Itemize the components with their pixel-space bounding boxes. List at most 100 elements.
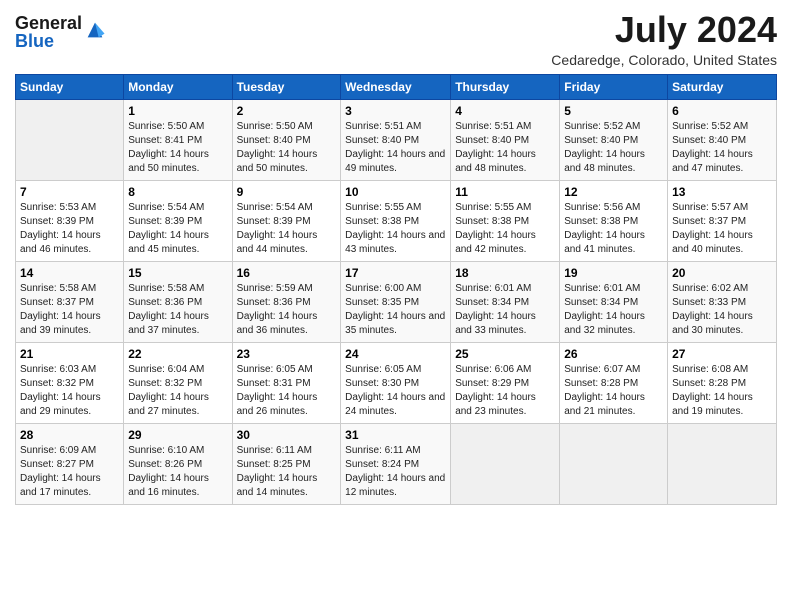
calendar-cell: 19 Sunrise: 6:01 AMSunset: 8:34 PMDayligh… <box>560 261 668 342</box>
calendar-cell: 10 Sunrise: 5:55 AMSunset: 8:38 PMDayligh… <box>341 180 451 261</box>
day-info: Sunrise: 5:50 AMSunset: 8:40 PMDaylight:… <box>237 120 337 176</box>
day-info: Sunrise: 5:59 AMSunset: 8:36 PMDaylight:… <box>237 282 337 338</box>
calendar-cell: 31 Sunrise: 6:11 AMSunset: 8:24 PMDayligh… <box>341 423 451 504</box>
day-number: 11 <box>455 185 555 199</box>
weekday-header-monday: Monday <box>124 74 232 99</box>
day-info: Sunrise: 6:05 AMSunset: 8:31 PMDaylight:… <box>237 363 337 419</box>
calendar-week-3: 14Sunrise: 5:58 AMSunset: 8:37 PMDayligh… <box>16 261 777 342</box>
day-info: Sunrise: 5:52 AMSunset: 8:40 PMDaylight:… <box>672 120 772 176</box>
day-info: Sunrise: 6:01 AMSunset: 8:34 PMDaylight:… <box>455 282 555 338</box>
day-info: Sunrise: 6:01 AMSunset: 8:34 PMDaylight:… <box>564 282 663 338</box>
day-number: 28 <box>20 428 119 442</box>
day-number: 9 <box>237 185 337 199</box>
day-number: 14 <box>20 266 119 280</box>
calendar-cell <box>668 423 777 504</box>
month-year-title: July 2024 <box>551 10 777 50</box>
location-subtitle: Cedaredge, Colorado, United States <box>551 52 777 68</box>
day-number: 13 <box>672 185 772 199</box>
logo-blue: Blue <box>15 32 82 50</box>
calendar-cell: 18Sunrise: 6:01 AMSunset: 8:34 PMDayligh… <box>451 261 560 342</box>
day-info: Sunrise: 5:57 AMSunset: 8:37 PMDaylight:… <box>672 201 772 257</box>
calendar-cell: 26 Sunrise: 6:07 AMSunset: 8:28 PMDayligh… <box>560 342 668 423</box>
calendar-cell: 27 Sunrise: 6:08 AMSunset: 8:28 PMDayligh… <box>668 342 777 423</box>
day-number: 22 <box>128 347 227 361</box>
day-info: Sunrise: 6:06 AMSunset: 8:29 PMDaylight:… <box>455 363 555 419</box>
day-info: Sunrise: 5:52 AMSunset: 8:40 PMDaylight:… <box>564 120 663 176</box>
calendar-week-1: 1 Sunrise: 5:50 AMSunset: 8:41 PMDaylight… <box>16 99 777 180</box>
calendar-cell: 28 Sunrise: 6:09 AMSunset: 8:27 PMDayligh… <box>16 423 124 504</box>
calendar-cell: 21 Sunrise: 6:03 AMSunset: 8:32 PMDayligh… <box>16 342 124 423</box>
calendar-week-2: 7 Sunrise: 5:53 AMSunset: 8:39 PMDaylight… <box>16 180 777 261</box>
day-number: 5 <box>564 104 663 118</box>
day-number: 23 <box>237 347 337 361</box>
day-info: Sunrise: 6:10 AMSunset: 8:26 PMDaylight:… <box>128 444 227 500</box>
day-number: 2 <box>237 104 337 118</box>
day-number: 15 <box>128 266 227 280</box>
day-number: 1 <box>128 104 227 118</box>
day-info: Sunrise: 6:04 AMSunset: 8:32 PMDaylight:… <box>128 363 227 419</box>
calendar-cell: 3Sunrise: 5:51 AMSunset: 8:40 PMDaylight… <box>341 99 451 180</box>
day-number: 31 <box>345 428 446 442</box>
day-info: Sunrise: 5:53 AMSunset: 8:39 PMDaylight:… <box>20 201 119 257</box>
day-number: 7 <box>20 185 119 199</box>
day-info: Sunrise: 6:08 AMSunset: 8:28 PMDaylight:… <box>672 363 772 419</box>
day-number: 25 <box>455 347 555 361</box>
logo: General Blue <box>15 14 106 50</box>
weekday-header-row: SundayMondayTuesdayWednesdayThursdayFrid… <box>16 74 777 99</box>
day-number: 27 <box>672 347 772 361</box>
day-info: Sunrise: 6:05 AMSunset: 8:30 PMDaylight:… <box>345 363 446 419</box>
day-info: Sunrise: 6:11 AMSunset: 8:25 PMDaylight:… <box>237 444 337 500</box>
day-info: Sunrise: 5:58 AMSunset: 8:36 PMDaylight:… <box>128 282 227 338</box>
calendar-cell: 8Sunrise: 5:54 AMSunset: 8:39 PMDaylight… <box>124 180 232 261</box>
day-info: Sunrise: 5:56 AMSunset: 8:38 PMDaylight:… <box>564 201 663 257</box>
day-info: Sunrise: 5:50 AMSunset: 8:41 PMDaylight:… <box>128 120 227 176</box>
day-info: Sunrise: 5:51 AMSunset: 8:40 PMDaylight:… <box>455 120 555 176</box>
calendar-week-5: 28 Sunrise: 6:09 AMSunset: 8:27 PMDayligh… <box>16 423 777 504</box>
calendar-cell: 14Sunrise: 5:58 AMSunset: 8:37 PMDayligh… <box>16 261 124 342</box>
calendar-cell: 1 Sunrise: 5:50 AMSunset: 8:41 PMDaylight… <box>124 99 232 180</box>
calendar-cell <box>560 423 668 504</box>
calendar-cell: 12 Sunrise: 5:56 AMSunset: 8:38 PMDayligh… <box>560 180 668 261</box>
day-number: 10 <box>345 185 446 199</box>
logo-icon <box>84 19 106 41</box>
day-info: Sunrise: 5:51 AMSunset: 8:40 PMDaylight:… <box>345 120 446 176</box>
day-info: Sunrise: 6:02 AMSunset: 8:33 PMDaylight:… <box>672 282 772 338</box>
day-info: Sunrise: 6:09 AMSunset: 8:27 PMDaylight:… <box>20 444 119 500</box>
day-number: 6 <box>672 104 772 118</box>
day-number: 16 <box>237 266 337 280</box>
calendar-cell: 17Sunrise: 6:00 AMSunset: 8:35 PMDayligh… <box>341 261 451 342</box>
day-number: 20 <box>672 266 772 280</box>
calendar-week-4: 21 Sunrise: 6:03 AMSunset: 8:32 PMDayligh… <box>16 342 777 423</box>
day-number: 19 <box>564 266 663 280</box>
calendar-cell: 9 Sunrise: 5:54 AMSunset: 8:39 PMDaylight… <box>232 180 341 261</box>
day-info: Sunrise: 5:55 AMSunset: 8:38 PMDaylight:… <box>345 201 446 257</box>
title-block: July 2024 Cedaredge, Colorado, United St… <box>551 10 777 68</box>
calendar-cell: 5 Sunrise: 5:52 AMSunset: 8:40 PMDaylight… <box>560 99 668 180</box>
weekday-header-friday: Friday <box>560 74 668 99</box>
day-info: Sunrise: 6:07 AMSunset: 8:28 PMDaylight:… <box>564 363 663 419</box>
logo-general: General <box>15 14 82 32</box>
day-number: 24 <box>345 347 446 361</box>
calendar-cell: 7 Sunrise: 5:53 AMSunset: 8:39 PMDaylight… <box>16 180 124 261</box>
day-info: Sunrise: 6:03 AMSunset: 8:32 PMDaylight:… <box>20 363 119 419</box>
calendar-cell: 2 Sunrise: 5:50 AMSunset: 8:40 PMDaylight… <box>232 99 341 180</box>
day-info: Sunrise: 5:55 AMSunset: 8:38 PMDaylight:… <box>455 201 555 257</box>
day-number: 21 <box>20 347 119 361</box>
day-number: 26 <box>564 347 663 361</box>
day-number: 4 <box>455 104 555 118</box>
calendar-cell: 6 Sunrise: 5:52 AMSunset: 8:40 PMDaylight… <box>668 99 777 180</box>
calendar-cell: 20 Sunrise: 6:02 AMSunset: 8:33 PMDayligh… <box>668 261 777 342</box>
day-info: Sunrise: 5:54 AMSunset: 8:39 PMDaylight:… <box>237 201 337 257</box>
calendar-cell: 23 Sunrise: 6:05 AMSunset: 8:31 PMDayligh… <box>232 342 341 423</box>
day-number: 30 <box>237 428 337 442</box>
day-info: Sunrise: 5:54 AMSunset: 8:39 PMDaylight:… <box>128 201 227 257</box>
weekday-header-tuesday: Tuesday <box>232 74 341 99</box>
calendar-cell: 24 Sunrise: 6:05 AMSunset: 8:30 PMDayligh… <box>341 342 451 423</box>
weekday-header-wednesday: Wednesday <box>341 74 451 99</box>
calendar-cell <box>451 423 560 504</box>
day-number: 12 <box>564 185 663 199</box>
calendar-cell: 22 Sunrise: 6:04 AMSunset: 8:32 PMDayligh… <box>124 342 232 423</box>
calendar-cell: 29Sunrise: 6:10 AMSunset: 8:26 PMDayligh… <box>124 423 232 504</box>
calendar-cell: 30 Sunrise: 6:11 AMSunset: 8:25 PMDayligh… <box>232 423 341 504</box>
day-info: Sunrise: 6:11 AMSunset: 8:24 PMDaylight:… <box>345 444 446 500</box>
